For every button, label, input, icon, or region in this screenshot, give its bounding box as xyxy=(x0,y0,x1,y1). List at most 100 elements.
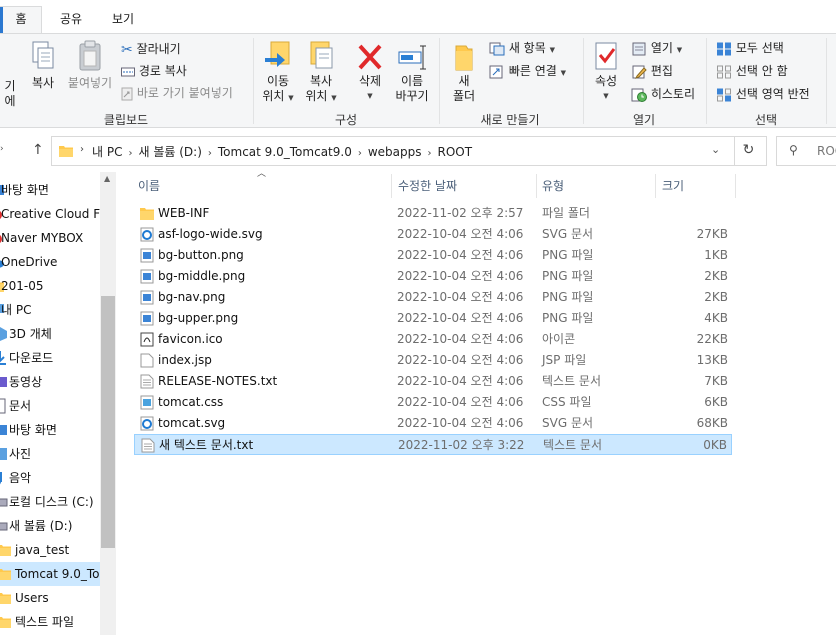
pin-quick-access-button[interactable]: 기에 xyxy=(0,79,20,109)
nav-item[interactable]: OneDrive xyxy=(0,250,100,274)
file-type: 텍스트 문서 xyxy=(543,438,603,452)
nav-item[interactable]: 바탕 화면 xyxy=(0,418,100,442)
properties-button[interactable]: 속성 ▼ xyxy=(589,40,623,104)
open-button[interactable]: 열기 ▼ xyxy=(631,39,682,57)
column-divider[interactable] xyxy=(655,174,656,198)
nav-item[interactable]: Tomcat 9.0_Tomcat9.0 xyxy=(0,562,116,586)
nav-item[interactable]: Creative Cloud Files xyxy=(0,202,116,226)
group-label-select: 선택 xyxy=(754,113,778,127)
history-button[interactable]: 히스토리 xyxy=(631,85,695,103)
up-arrow-icon[interactable]: ↑ xyxy=(32,142,44,158)
search-input[interactable]: ⚲ ROO xyxy=(776,136,836,166)
address-history-chevron-icon[interactable]: ⌄ xyxy=(711,143,720,156)
refresh-button[interactable]: ↻ xyxy=(734,136,762,166)
nav-item[interactable]: Naver MYBOX xyxy=(0,226,100,250)
breadcrumb-item[interactable]: webapps xyxy=(368,145,422,159)
nav-item[interactable]: Users xyxy=(0,586,100,610)
nav-item-label: 음악 xyxy=(9,471,32,485)
table-row[interactable]: index.jsp 2022-10-04 오전 4:06 JSP 파일 13KB xyxy=(134,350,732,371)
nav-item[interactable]: 로컬 디스크 (C:) xyxy=(0,490,100,514)
nav-item[interactable]: 3D 개체 xyxy=(0,322,100,346)
picture-icon xyxy=(0,448,7,460)
cut-label: 잘라내기 xyxy=(136,42,181,56)
table-row[interactable]: bg-button.png 2022-10-04 오전 4:06 PNG 파일 1KB xyxy=(134,245,732,266)
column-header-name[interactable]: 이름 xyxy=(138,176,160,196)
paste-shortcut-button[interactable]: 바로 가기 붙여넣기 xyxy=(121,84,233,102)
nav-item[interactable]: 동영상 xyxy=(0,370,100,394)
breadcrumb-separator-icon[interactable]: › xyxy=(128,148,132,159)
table-row[interactable]: favicon.ico 2022-10-04 오전 4:06 아이콘 22KB xyxy=(134,329,732,350)
table-row[interactable]: tomcat.svg 2022-10-04 오전 4:06 SVG 문서 68KB xyxy=(134,413,732,434)
new-item-button[interactable]: 새 항목 ▼ xyxy=(489,39,555,57)
invert-selection-button[interactable]: 선택 영역 반전 xyxy=(716,85,810,103)
tab-share[interactable]: 공유 xyxy=(56,8,86,34)
select-none-button[interactable]: 선택 안 함 xyxy=(716,62,788,80)
easy-access-button[interactable]: 빠른 연결 ▼ xyxy=(489,62,566,80)
file-type: SVG 문서 xyxy=(542,227,594,241)
breadcrumb-separator-icon[interactable]: › xyxy=(428,148,432,159)
folder-icon xyxy=(0,545,11,556)
paste-button[interactable]: 붙여넣기 xyxy=(64,40,116,91)
nav-item[interactable]: 내 PC xyxy=(0,298,100,322)
scissors-icon: ✂ xyxy=(121,41,133,58)
column-header-date[interactable]: 수정한 날짜 xyxy=(398,176,457,196)
cut-button[interactable]: ✂ 잘라내기 xyxy=(121,40,181,58)
file-name: bg-middle.png xyxy=(158,269,246,283)
table-row[interactable]: bg-middle.png 2022-10-04 오전 4:06 PNG 파일 2KB xyxy=(134,266,732,287)
download-icon xyxy=(0,351,6,365)
nav-scrollbar-thumb[interactable] xyxy=(101,296,115,548)
tab-view[interactable]: 보기 xyxy=(108,8,138,34)
table-row[interactable]: bg-nav.png 2022-10-04 오전 4:06 PNG 파일 2KB xyxy=(134,287,732,308)
delete-button[interactable]: 삭제 ▼ xyxy=(352,40,388,104)
history-icon xyxy=(631,88,647,102)
column-divider[interactable] xyxy=(735,174,736,198)
file-size: 0KB xyxy=(703,438,727,452)
scroll-up-icon[interactable]: ▲ xyxy=(104,174,110,183)
video-icon xyxy=(0,377,7,387)
nav-item[interactable]: 새 볼륨 (D:) xyxy=(0,514,100,538)
nav-item-label: 텍스트 파일 xyxy=(15,615,75,629)
move-to-button[interactable]: 이동 위치 ▼ xyxy=(259,40,297,106)
edit-button[interactable]: 편집 xyxy=(631,62,673,80)
nav-item[interactable]: 201-05 xyxy=(0,274,100,298)
column-divider[interactable] xyxy=(536,174,537,198)
nav-item[interactable]: 바탕 화면 xyxy=(0,178,100,202)
breadcrumb-item[interactable]: 내 PC xyxy=(92,145,122,159)
nav-item[interactable]: java_test xyxy=(0,538,100,562)
nav-item-label: 3D 개체 xyxy=(9,327,52,341)
tab-home[interactable]: 홈 xyxy=(0,6,42,35)
table-row[interactable]: RELEASE-NOTES.txt 2022-10-04 오전 4:06 텍스트 문… xyxy=(134,371,732,392)
nav-item[interactable]: 음악 xyxy=(0,466,100,490)
table-row[interactable]: WEB-INF 2022-11-02 오후 2:57 파일 폴더 xyxy=(134,203,732,224)
table-row[interactable]: asf-logo-wide.svg 2022-10-04 오전 4:06 SVG 문… xyxy=(134,224,732,245)
breadcrumb-item[interactable]: ROOT xyxy=(438,145,473,159)
breadcrumb-item[interactable]: 새 볼륨 (D:) xyxy=(138,145,201,159)
new-folder-icon xyxy=(455,45,473,71)
nav-item[interactable]: 사진 xyxy=(0,442,100,466)
3d-icon xyxy=(0,327,7,341)
table-row[interactable]: tomcat.css 2022-10-04 오전 4:06 CSS 파일 6KB xyxy=(134,392,732,413)
breadcrumb-separator-icon[interactable]: › xyxy=(208,148,212,159)
select-all-button[interactable]: 모두 선택 xyxy=(716,39,784,57)
copy-button[interactable]: 복사 xyxy=(26,40,60,91)
properties-label: 속성 xyxy=(594,74,618,88)
copy-path-button[interactable]: 경로 복사 xyxy=(121,62,187,80)
nav-forward-chevron-icon[interactable]: › xyxy=(0,144,4,154)
breadcrumb-separator-icon[interactable]: › xyxy=(358,148,362,159)
column-header-size[interactable]: 크기 xyxy=(662,176,684,196)
nav-item-label: OneDrive xyxy=(1,255,58,269)
breadcrumb-item[interactable]: Tomcat 9.0_Tomcat9.0 xyxy=(218,145,352,159)
file-name: 새 텍스트 문서.txt xyxy=(159,438,254,452)
new-folder-button[interactable]: 새 폴더 xyxy=(446,40,482,104)
column-divider[interactable] xyxy=(391,174,392,198)
nav-item[interactable]: 텍스트 파일 xyxy=(0,610,100,634)
nav-item[interactable]: 문서 xyxy=(0,394,100,418)
copy-to-button[interactable]: 복사 위치 ▼ xyxy=(301,40,341,106)
rename-button[interactable]: 이름 바꾸기 xyxy=(392,40,432,104)
table-row[interactable]: bg-upper.png 2022-10-04 오전 4:06 PNG 파일 4KB xyxy=(134,308,732,329)
column-header-type[interactable]: 유형 xyxy=(542,176,564,196)
image-icon xyxy=(140,311,154,326)
nav-item[interactable]: 다운로드 xyxy=(0,346,100,370)
new-item-icon xyxy=(489,42,505,55)
table-row[interactable]: 새 텍스트 문서.txt 2022-11-02 오후 3:22 텍스트 문서 0KB xyxy=(134,434,732,455)
